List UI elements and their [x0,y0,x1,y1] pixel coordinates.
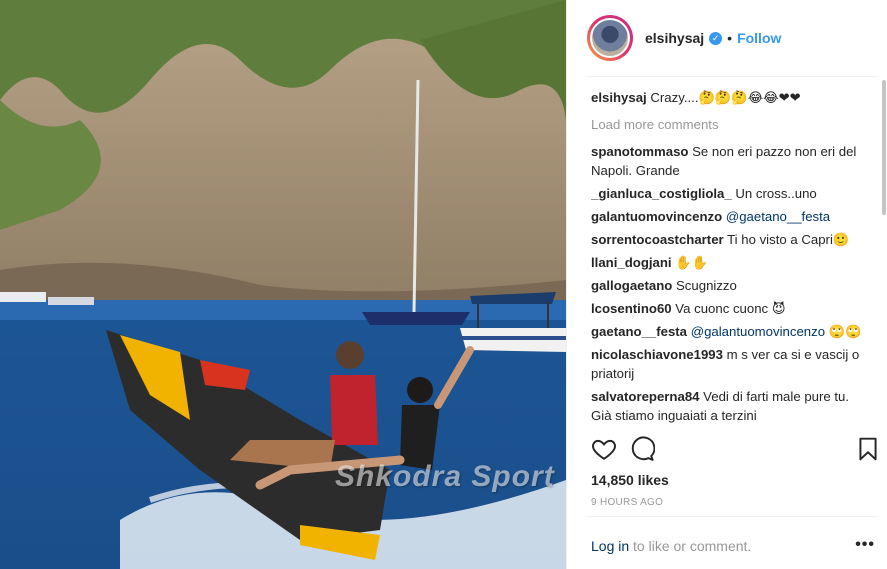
comment-username[interactable]: spanotommaso [591,144,688,159]
comment-text: Un cross..uno [735,186,817,201]
post-username[interactable]: elsihysaj [645,30,704,46]
comment-username[interactable]: galantuomovincenzo [591,209,722,224]
comment-mention[interactable]: @galantuomovincenzo [691,324,825,339]
login-prompt: Log in to like or comment. [591,538,751,554]
post-timestamp: 9 HOURS AGO [591,497,664,508]
comment-item: _gianluca_costigliola_ Un cross..uno [591,184,871,203]
comment-item: galantuomovincenzo @gaetano__festa [591,207,871,226]
load-more-comments-button[interactable]: Load more comments [591,115,871,134]
separator-dot: • [727,30,733,46]
comment-username[interactable]: _gianluca_costigliola_ [591,186,732,201]
comments-list[interactable]: elsihysaj Crazy....🤔🤔🤔😂😂❤❤ Load more com… [591,88,871,428]
caption-text: Crazy....🤔🤔🤔😂😂❤❤ [650,90,801,105]
comments-scrollbar[interactable] [882,80,886,215]
comment-item: salvatoreperna84 Vedi di farti male pure… [591,387,871,425]
heart-icon[interactable] [591,436,617,462]
comment-item: gaetano__festa @galantuomovincenzo 🙄🙄 [591,322,871,341]
comment-username[interactable]: gaetano__festa [591,324,687,339]
comment-bubble-icon[interactable] [629,436,655,462]
comment-text: Scugnizzo [676,278,737,293]
comment-item: llani_dogjani ✋✋ [591,253,871,272]
comment-username[interactable]: nicolaschiavone1993 [591,347,723,362]
comment-mention[interactable]: @gaetano__festa [726,209,830,224]
photo-watermark: Shkodra Sport [335,460,555,493]
avatar-image [590,18,630,58]
comment-item: lcosentino60 Va cuonc cuonc 😈 [591,299,871,318]
comment-username[interactable]: lcosentino60 [591,301,672,316]
comment-text: 🙄🙄 [828,324,862,339]
comment-item: sorrentocoastcharter Ti ho visto a Capri… [591,230,871,249]
likes-count[interactable]: 14,850 likes [591,472,669,488]
post-sidebar: elsihysaj ✓ • Follow elsihysaj Crazy....… [566,0,887,569]
comment-username[interactable]: gallogaetano [591,278,672,293]
verified-badge-icon: ✓ [709,31,723,45]
comment-item: gallogaetano Scugnizzo [591,276,871,295]
comment-text: Ti ho visto a Capri🙂 [727,232,850,247]
bookmark-icon[interactable] [855,436,881,462]
comment-text: Va cuonc cuonc 😈 [675,301,786,316]
comment-item: spanotommaso Se non eri pazzo non eri de… [591,142,871,180]
avatar[interactable] [587,15,633,61]
more-options-icon[interactable]: ••• [855,536,875,554]
comment-username[interactable]: sorrentocoastcharter [591,232,724,247]
login-prompt-text: to like or comment. [629,538,752,554]
post-header: elsihysaj ✓ • Follow [567,0,887,76]
comment-text: ✋✋ [675,255,709,270]
footer-divider [587,516,877,517]
header-divider [587,76,877,77]
post-photo[interactable]: Shkodra Sport [0,0,566,569]
login-link[interactable]: Log in [591,538,629,554]
comment-username[interactable]: salvatoreperna84 [591,389,700,404]
post-actions [591,436,881,466]
post-caption: elsihysaj Crazy....🤔🤔🤔😂😂❤❤ [591,88,871,107]
follow-button[interactable]: Follow [737,30,781,46]
comment-item: nicolaschiavone1993 m s ver ca si e vasc… [591,345,871,383]
comment-username[interactable]: llani_dogjani [591,255,672,270]
caption-username[interactable]: elsihysaj [591,90,647,105]
